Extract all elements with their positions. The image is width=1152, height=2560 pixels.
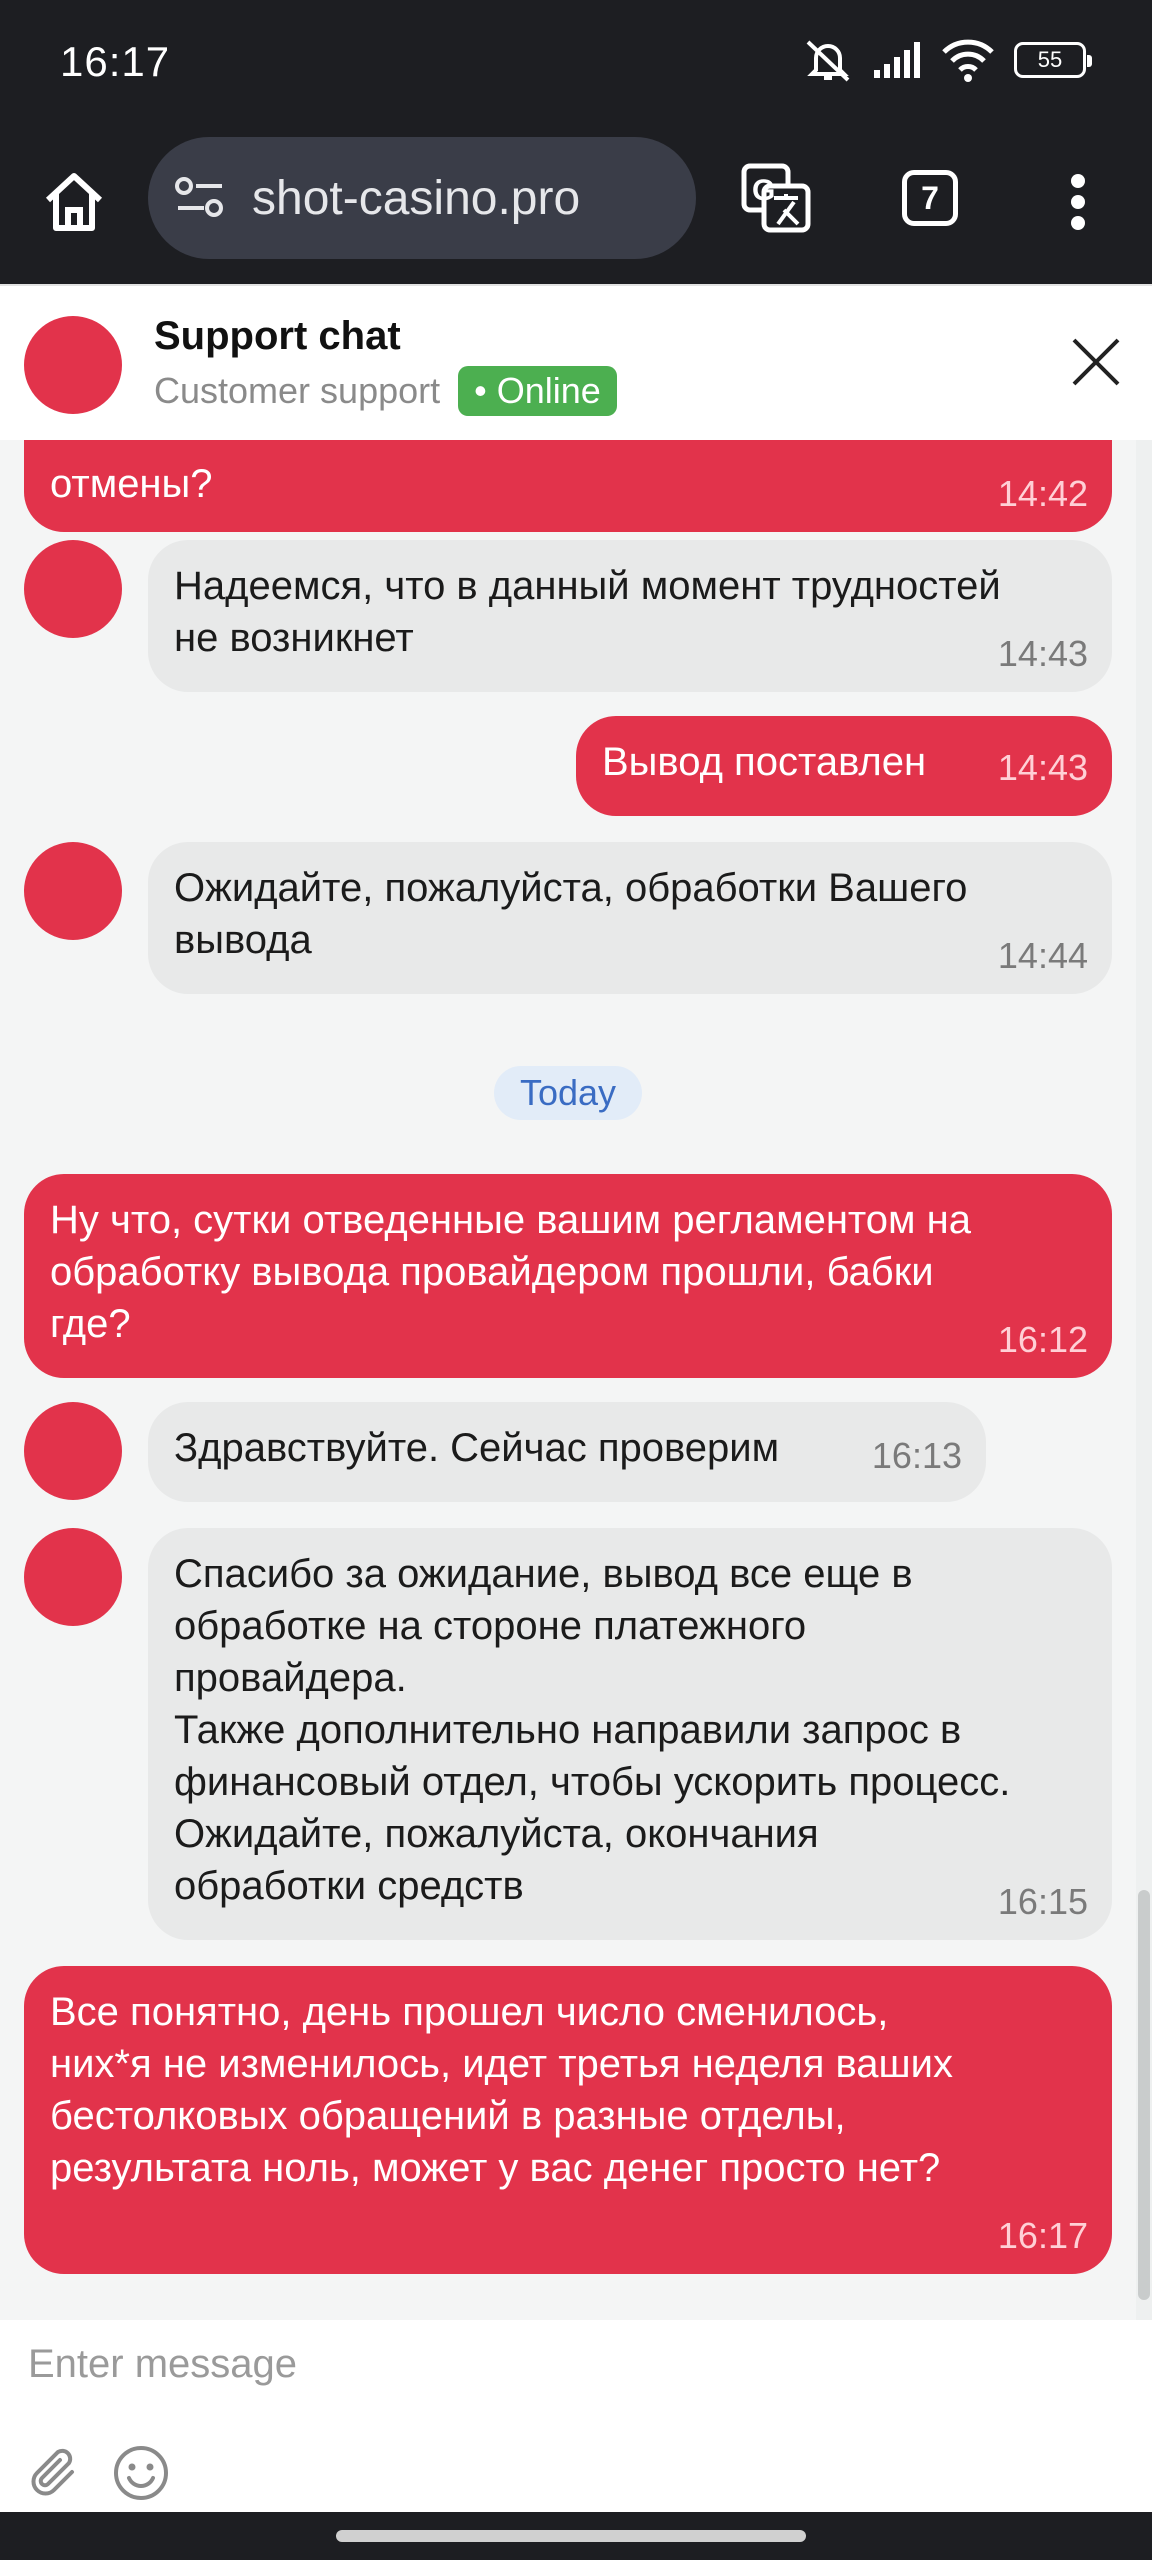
- message-text: Здравствуйте. Сейчас проверим: [174, 1426, 780, 1470]
- message-time: 14:43: [997, 747, 1088, 788]
- message-time: 14:42: [997, 473, 1088, 514]
- url-text[interactable]: shot-casino.pro: [252, 171, 580, 226]
- message-text: отмены?: [50, 462, 213, 506]
- gesture-handle[interactable]: [336, 2530, 806, 2542]
- message-input[interactable]: Enter message: [28, 2342, 297, 2387]
- translate-icon[interactable]: G: [740, 162, 812, 234]
- message-time: 14:43: [997, 633, 1088, 674]
- support-avatar: [24, 540, 122, 638]
- message-text: Надеемся, что в данный момент трудностей…: [174, 564, 1001, 660]
- site-settings-icon[interactable]: [174, 176, 226, 220]
- signal-icon: [874, 42, 920, 78]
- browser-toolbar: shot-casino.pro G 7: [0, 128, 1152, 284]
- message-text: Ну что, сутки отведенные вашим регламент…: [50, 1198, 971, 1346]
- message-text: Спасибо за ожидание, вывод все еще в обр…: [174, 1552, 1011, 1908]
- more-menu-icon[interactable]: [1060, 168, 1096, 236]
- status-icons: 55: [802, 36, 1092, 84]
- incoming-message: Здравствуйте. Сейчас проверим 16:13: [148, 1402, 986, 1502]
- incoming-message: Ожидайте, пожалуйста, обработки Вашего в…: [148, 842, 1112, 994]
- close-icon[interactable]: [1068, 334, 1124, 390]
- outgoing-message: отмены? 14:42: [24, 440, 1112, 532]
- status-time: 16:17: [60, 38, 171, 85]
- support-avatar: [24, 842, 122, 940]
- message-time: 16:15: [997, 1881, 1088, 1922]
- mute-icon: [806, 40, 850, 82]
- support-avatar: [24, 316, 122, 414]
- home-icon[interactable]: [40, 168, 108, 236]
- chat-subtitle: Customer support • Online: [154, 366, 617, 416]
- chat-header: Support chat Customer support • Online: [0, 284, 1152, 440]
- support-avatar: [24, 1528, 122, 1626]
- message-time: 16:17: [997, 2215, 1088, 2256]
- message-text: Ожидайте, пожалуйста, обработки Вашего в…: [174, 866, 968, 962]
- message-time: 14:44: [997, 935, 1088, 976]
- outgoing-message: Все понятно, день прошел число сменилось…: [24, 1966, 1112, 2274]
- chat-title: Support chat: [154, 314, 401, 358]
- status-bar: 16:17 55: [0, 0, 1152, 128]
- outgoing-message: Вывод поставлен 14:43: [576, 716, 1112, 816]
- url-bar[interactable]: shot-casino.pro: [148, 137, 696, 259]
- emoji-icon[interactable]: [112, 2444, 170, 2502]
- svg-text:G: G: [752, 174, 775, 207]
- system-nav-bar: [0, 2512, 1152, 2560]
- tabs-count-button[interactable]: 7: [902, 170, 958, 226]
- message-time: 16:12: [997, 1319, 1088, 1360]
- paperclip-icon[interactable]: [28, 2446, 84, 2502]
- battery-level: 55: [1037, 47, 1063, 72]
- battery-icon: 55: [1014, 42, 1092, 78]
- message-time: 16:13: [871, 1435, 962, 1476]
- chat-subtitle-text: Customer support: [154, 370, 441, 411]
- support-avatar: [24, 1402, 122, 1500]
- incoming-message: Спасибо за ожидание, вывод все еще в обр…: [148, 1528, 1112, 1940]
- date-separator: Today: [494, 1066, 642, 1120]
- wifi-icon: [942, 39, 994, 82]
- message-list[interactable]: отмены? 14:42 Надеемся, что в данный мом…: [0, 440, 1152, 2320]
- outgoing-message: Ну что, сутки отведенные вашим регламент…: [24, 1174, 1112, 1378]
- scrollbar-thumb[interactable]: [1138, 1890, 1150, 2300]
- online-status-badge: • Online: [458, 366, 617, 416]
- message-text: Все понятно, день прошел число сменилось…: [50, 1990, 953, 2190]
- incoming-message: Надеемся, что в данный момент трудностей…: [148, 540, 1112, 692]
